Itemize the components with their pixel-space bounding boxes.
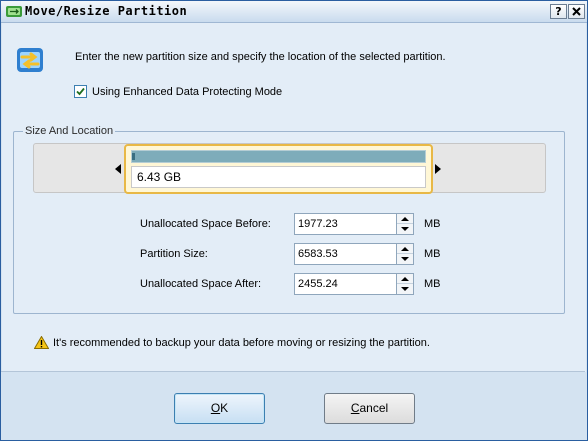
unallocated-after-input[interactable]: 2455.24 xyxy=(294,273,397,295)
help-button[interactable]: ? xyxy=(550,4,567,19)
spin-down-button[interactable] xyxy=(397,254,413,264)
spin-up-button[interactable] xyxy=(397,214,413,224)
close-button[interactable] xyxy=(568,4,585,19)
ok-button[interactable]: OK xyxy=(174,393,265,424)
arrow-up-icon xyxy=(401,247,409,251)
spin-down-button[interactable] xyxy=(397,284,413,294)
resize-right-arrow-icon[interactable] xyxy=(435,164,441,174)
unallocated-before-label: Unallocated Space Before: xyxy=(140,218,271,230)
warning-text: It's recommended to backup your data bef… xyxy=(53,337,430,349)
unallocated-before-input[interactable]: 1977.23 xyxy=(294,213,397,235)
checkmark-icon xyxy=(76,87,85,96)
arrow-up-icon xyxy=(401,217,409,221)
partition-size-label: Partition Size: xyxy=(140,248,208,260)
partition-used-fill xyxy=(132,153,135,160)
spin-up-button[interactable] xyxy=(397,244,413,254)
unallocated-after-spinner[interactable] xyxy=(397,273,414,295)
resize-left-arrow-icon[interactable] xyxy=(115,164,121,174)
protect-mode-checkbox[interactable] xyxy=(74,85,87,98)
arrow-down-icon xyxy=(401,227,409,231)
footer-separator xyxy=(1,371,585,372)
arrow-up-icon xyxy=(401,277,409,281)
unit-label: MB xyxy=(424,218,441,230)
unallocated-after-label: Unallocated Space After: xyxy=(140,278,262,290)
unit-label: MB xyxy=(424,248,441,260)
window-title: Move/Resize Partition xyxy=(25,4,188,18)
spin-up-button[interactable] xyxy=(397,274,413,284)
size-location-group-label: Size And Location xyxy=(23,125,116,137)
unallocated-before-spinner[interactable] xyxy=(397,213,414,235)
protect-mode-label[interactable]: Using Enhanced Data Protecting Mode xyxy=(92,86,282,98)
spin-down-button[interactable] xyxy=(397,224,413,234)
partition-app-icon xyxy=(6,6,22,17)
intro-text: Enter the new partition size and specify… xyxy=(75,51,446,63)
warning-icon xyxy=(34,336,49,349)
partition-usage-bar[interactable] xyxy=(131,150,426,163)
move-resize-icon xyxy=(17,48,43,72)
partition-size-input[interactable]: 6583.53 xyxy=(294,243,397,265)
ok-accel: O xyxy=(210,401,221,415)
partition-size-spinner[interactable] xyxy=(397,243,414,265)
close-icon xyxy=(572,7,581,16)
ok-label: K xyxy=(220,401,229,415)
partition-size-display: 6.43 GB xyxy=(131,166,426,188)
cancel-button[interactable]: Cancel xyxy=(324,393,415,424)
arrow-down-icon xyxy=(401,257,409,261)
cancel-label: ancel xyxy=(359,401,389,415)
title-bar[interactable]: Move/Resize Partition ? xyxy=(1,1,587,23)
unit-label: MB xyxy=(424,278,441,290)
arrow-down-icon xyxy=(401,287,409,291)
